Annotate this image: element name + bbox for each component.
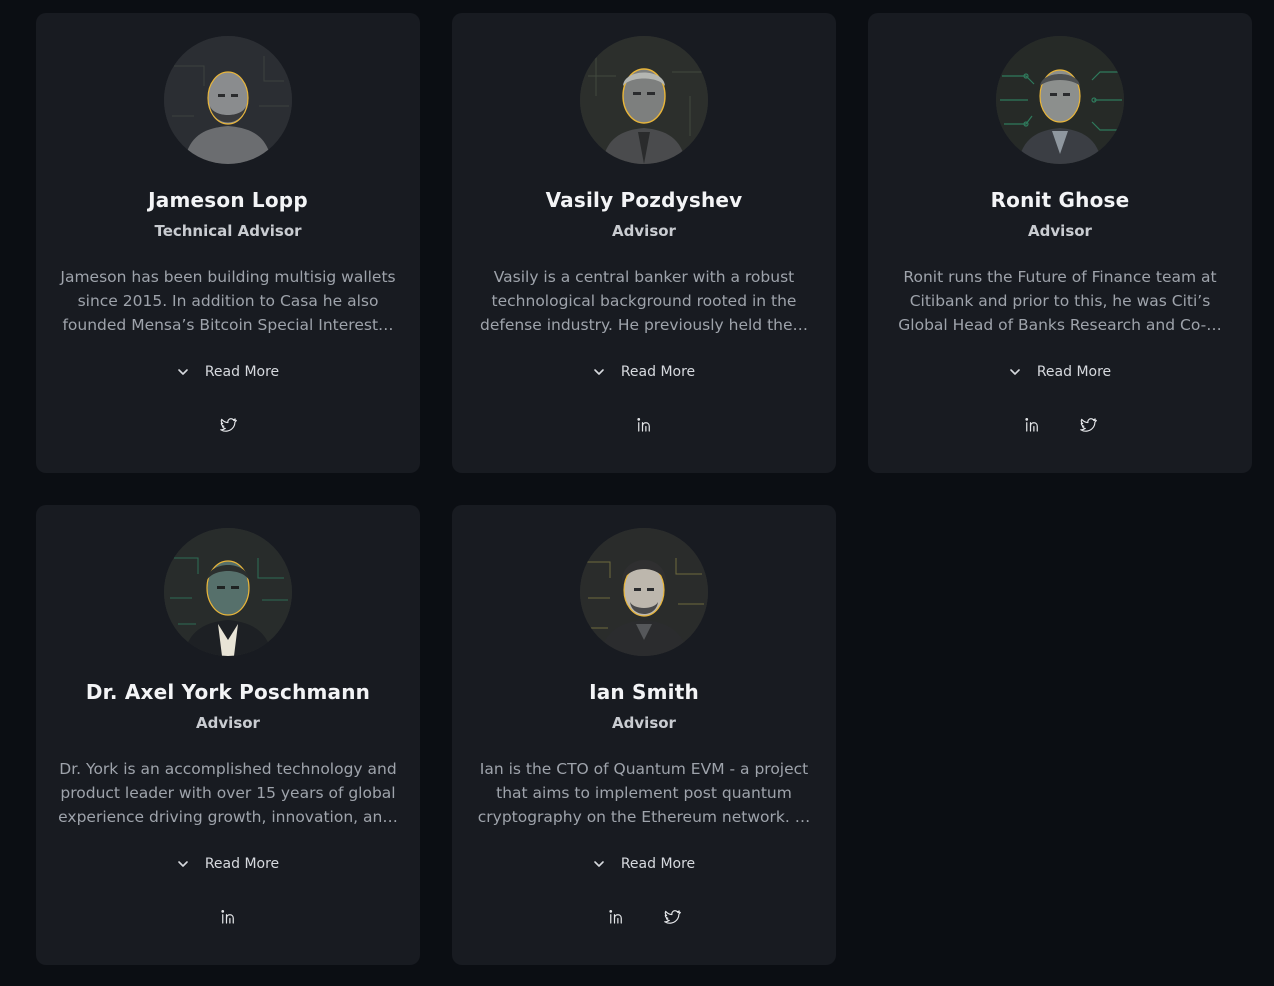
advisor-card: Vasily Pozdyshev Advisor Vasily is a cen… bbox=[452, 13, 836, 473]
read-more-button[interactable]: Read More bbox=[1009, 361, 1111, 383]
avatar bbox=[164, 528, 292, 656]
advisor-grid: Jameson Lopp Technical Advisor Jameson h… bbox=[36, 13, 1252, 965]
social-links bbox=[218, 907, 238, 927]
advisor-bio: Vasily is a central banker with a robust… bbox=[479, 268, 809, 334]
advisor-card: Ronit Ghose Advisor Ronit runs the Futur… bbox=[868, 13, 1252, 473]
advisor-bio: Ian is the CTO of Quantum EVM - a projec… bbox=[477, 760, 811, 826]
avatar bbox=[164, 36, 292, 164]
read-more-label: Read More bbox=[204, 364, 280, 380]
read-more-label: Read More bbox=[1036, 364, 1112, 380]
social-links bbox=[218, 415, 238, 435]
linkedin-icon[interactable] bbox=[218, 907, 238, 927]
avatar bbox=[996, 36, 1124, 164]
advisor-bio: Jameson has been building multisig walle… bbox=[60, 268, 396, 334]
advisor-role: Advisor bbox=[196, 714, 260, 732]
read-more-label: Read More bbox=[620, 364, 696, 380]
advisor-bio: Ronit runs the Future of Finance team at… bbox=[898, 268, 1222, 334]
advisor-card: Dr. Axel York Poschmann Advisor Dr. York… bbox=[36, 505, 420, 965]
chevron-down-icon bbox=[177, 366, 189, 378]
social-links bbox=[1022, 415, 1098, 435]
read-more-button[interactable]: Read More bbox=[593, 853, 695, 875]
advisor-name: Jameson Lopp bbox=[148, 188, 308, 212]
read-more-label: Read More bbox=[204, 856, 280, 872]
social-links bbox=[606, 907, 682, 927]
advisor-card: Jameson Lopp Technical Advisor Jameson h… bbox=[36, 13, 420, 473]
chevron-down-icon bbox=[1009, 366, 1021, 378]
read-more-button[interactable]: Read More bbox=[593, 361, 695, 383]
linkedin-icon[interactable] bbox=[1022, 415, 1042, 435]
advisor-name: Vasily Pozdyshev bbox=[545, 188, 743, 212]
chevron-down-icon bbox=[177, 858, 189, 870]
social-links bbox=[634, 415, 654, 435]
twitter-icon[interactable] bbox=[1078, 415, 1098, 435]
linkedin-icon[interactable] bbox=[606, 907, 626, 927]
read-more-label: Read More bbox=[620, 856, 696, 872]
read-more-button[interactable]: Read More bbox=[177, 361, 279, 383]
chevron-down-icon bbox=[593, 858, 605, 870]
advisor-role: Advisor bbox=[612, 222, 676, 240]
twitter-icon[interactable] bbox=[218, 415, 238, 435]
read-more-button[interactable]: Read More bbox=[177, 853, 279, 875]
advisor-name: Dr. Axel York Poschmann bbox=[85, 680, 371, 704]
advisor-role: Technical Advisor bbox=[154, 222, 302, 240]
avatar bbox=[580, 36, 708, 164]
advisor-role: Advisor bbox=[612, 714, 676, 732]
twitter-icon[interactable] bbox=[662, 907, 682, 927]
advisor-role: Advisor bbox=[1028, 222, 1092, 240]
linkedin-icon[interactable] bbox=[634, 415, 654, 435]
advisor-name: Ian Smith bbox=[589, 680, 699, 704]
chevron-down-icon bbox=[593, 366, 605, 378]
avatar bbox=[580, 528, 708, 656]
advisor-name: Ronit Ghose bbox=[990, 188, 1130, 212]
advisor-card: Ian Smith Advisor Ian is the CTO of Quan… bbox=[452, 505, 836, 965]
advisor-bio: Dr. York is an accomplished technology a… bbox=[58, 760, 398, 826]
